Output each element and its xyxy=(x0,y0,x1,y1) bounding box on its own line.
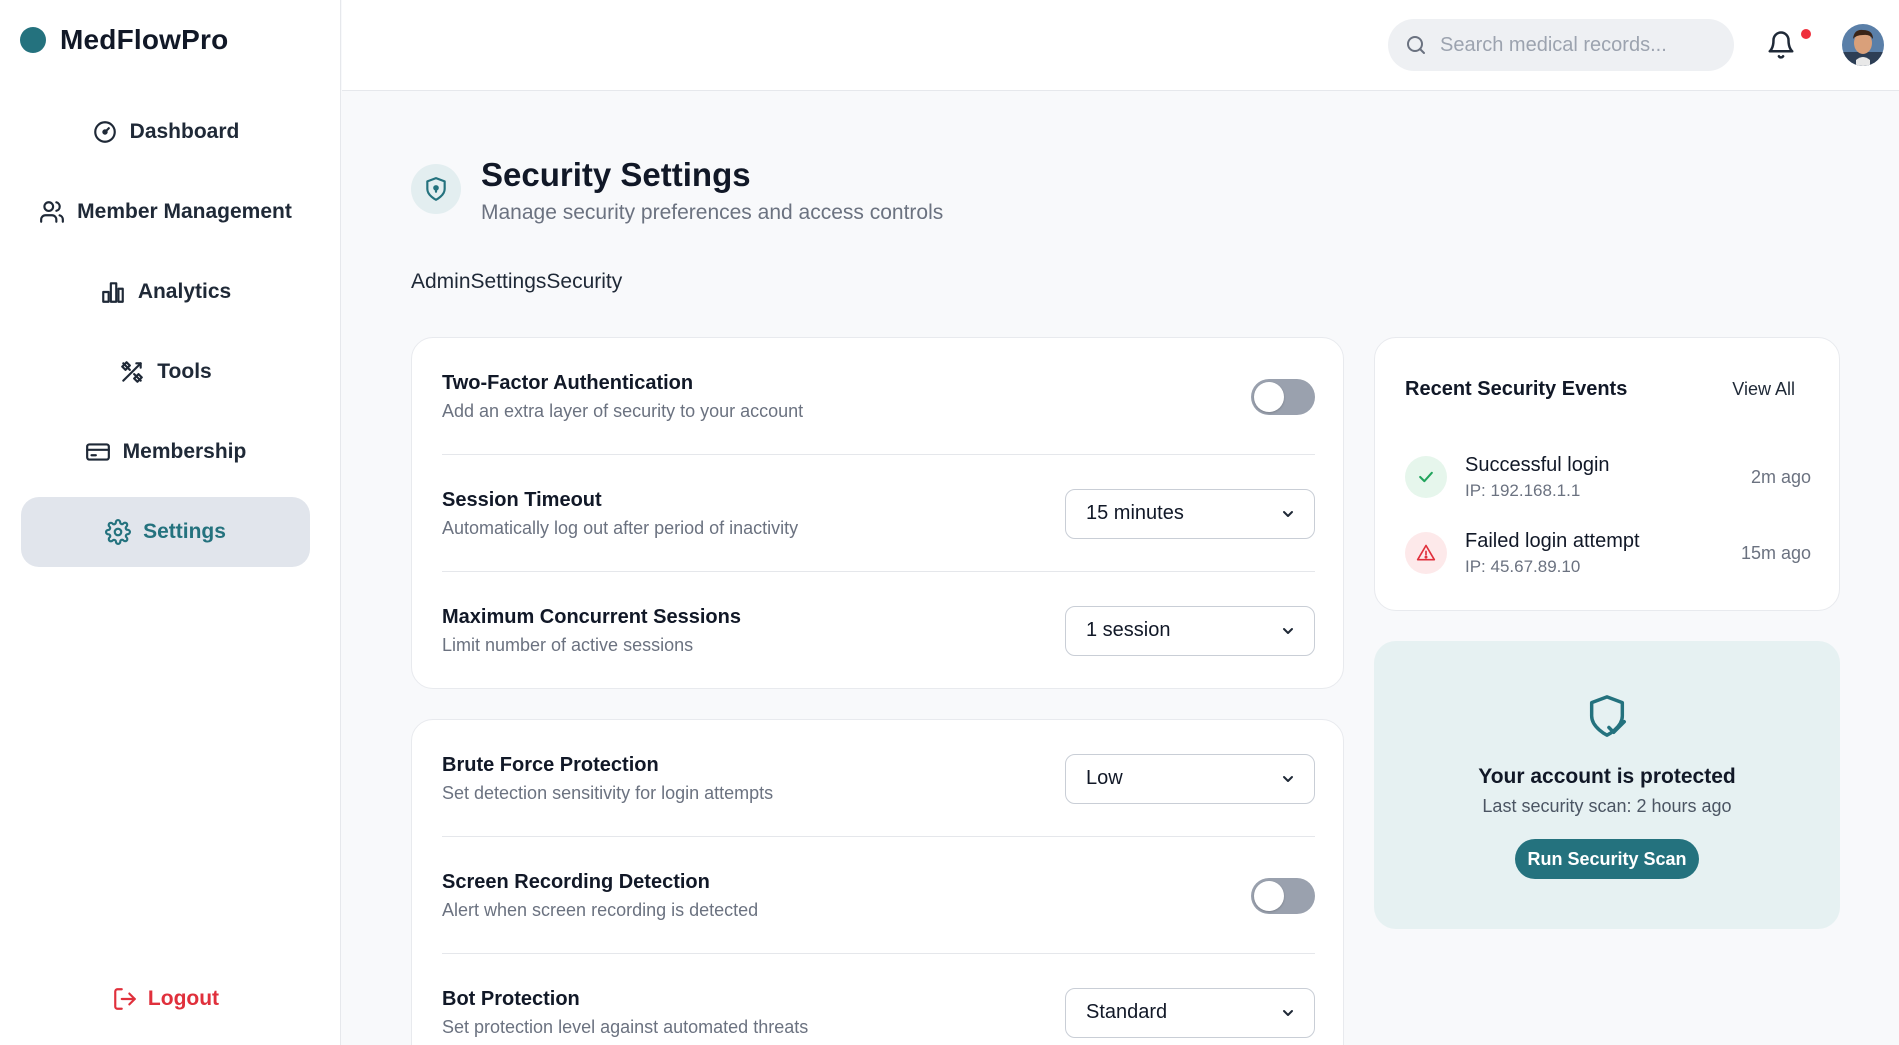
protection-status-card: Your account is protected Last security … xyxy=(1374,641,1840,929)
event-item[interactable]: Successful login IP: 192.168.1.1 2m ago xyxy=(1405,449,1811,505)
bot-protection-select[interactable]: Standard xyxy=(1065,987,1315,1038)
logout-label: Logout xyxy=(147,987,220,1010)
search-bar[interactable] xyxy=(1388,19,1734,71)
warning-icon xyxy=(1416,543,1436,563)
gear-icon xyxy=(105,519,132,545)
tools-icon xyxy=(119,359,145,385)
event-ip: IP: 192.168.1.1 xyxy=(1465,480,1581,500)
check-icon xyxy=(1416,467,1436,487)
setting-title: Maximum Concurrent Sessions xyxy=(442,605,741,628)
setting-description: Alert when screen recording is detected xyxy=(442,899,759,920)
gauge-icon xyxy=(92,119,118,145)
event-ip: IP: 45.67.89.10 xyxy=(1465,556,1581,576)
bar-chart-icon xyxy=(100,279,126,305)
brute-force-select[interactable]: Low xyxy=(1065,753,1315,804)
sidebar: MedFlowPro Dashboard Member Management A… xyxy=(0,0,341,1045)
event-title: Successful login xyxy=(1465,453,1610,476)
sidebar-item-member-management[interactable]: Member Management xyxy=(21,177,310,247)
notification-bell-icon[interactable] xyxy=(1766,30,1796,60)
events-title: Recent Security Events xyxy=(1405,378,1628,400)
user-avatar[interactable] xyxy=(1842,24,1884,66)
setting-description: Add an extra layer of security to your a… xyxy=(442,400,804,421)
session-timeout-select[interactable]: 15 minutes xyxy=(1065,488,1315,539)
screen-recording-toggle[interactable] xyxy=(1251,877,1315,914)
event-time: 2m ago xyxy=(1750,466,1811,487)
session-settings-card: Two-Factor Authentication Add an extra l… xyxy=(411,337,1344,689)
event-title: Failed login attempt xyxy=(1465,529,1640,552)
setting-title: Session Timeout xyxy=(442,488,602,511)
event-time: 15m ago xyxy=(1740,542,1811,563)
event-item[interactable]: Failed login attempt IP: 45.67.89.10 15m… xyxy=(1405,525,1811,581)
search-input[interactable] xyxy=(1440,33,1710,57)
setting-title: Bot Protection xyxy=(442,987,580,1010)
setting-description: Limit number of active sessions xyxy=(442,634,694,655)
select-value: Low xyxy=(1086,767,1123,789)
max-sessions-row: Maximum Concurrent Sessions Limit number… xyxy=(442,572,1315,689)
chevron-down-icon xyxy=(1280,506,1296,522)
setting-description: Set protection level against automated t… xyxy=(442,1016,809,1037)
page-subtitle: Manage security preferences and access c… xyxy=(481,201,944,224)
security-events-card: Recent Security Events View All Successf… xyxy=(1374,337,1840,611)
shield-icon xyxy=(423,176,449,202)
sidebar-item-label: Settings xyxy=(143,520,226,543)
select-value: 15 minutes xyxy=(1086,502,1184,524)
session-timeout-row: Session Timeout Automatically log out af… xyxy=(442,455,1315,572)
notification-badge xyxy=(1801,29,1811,39)
event-status-badge xyxy=(1405,456,1447,498)
brand[interactable]: MedFlowPro xyxy=(20,24,228,56)
sidebar-item-dashboard[interactable]: Dashboard xyxy=(21,97,310,167)
shield-badge xyxy=(411,164,461,214)
event-status-badge xyxy=(1405,532,1447,574)
sidebar-item-label: Analytics xyxy=(137,280,232,303)
select-value: Standard xyxy=(1086,1001,1168,1023)
setting-title: Screen Recording Detection xyxy=(442,870,710,893)
two-factor-row: Two-Factor Authentication Add an extra l… xyxy=(442,338,1315,455)
chevron-down-icon xyxy=(1280,771,1296,787)
toggle-knob xyxy=(1254,880,1284,911)
protection-title: Your account is protected xyxy=(1478,765,1736,788)
sidebar-item-label: Member Management xyxy=(77,200,292,223)
sidebar-nav: Dashboard Member Management Analytics To… xyxy=(21,97,310,577)
brand-logo xyxy=(20,27,46,53)
chevron-down-icon xyxy=(1280,1005,1296,1021)
sidebar-item-label: Membership xyxy=(122,440,247,463)
threat-protection-card: Brute Force Protection Set detection sen… xyxy=(411,719,1344,1045)
sidebar-item-membership[interactable]: Membership xyxy=(21,417,310,487)
setting-description: Set detection sensitivity for login atte… xyxy=(442,782,774,803)
sidebar-item-label: Dashboard xyxy=(129,120,240,143)
sidebar-item-label: Tools xyxy=(157,360,212,383)
sidebar-item-analytics[interactable]: Analytics xyxy=(21,257,310,327)
max-sessions-select[interactable]: 1 session xyxy=(1065,605,1315,656)
view-all-link[interactable]: View All xyxy=(1732,379,1795,400)
protection-subtitle: Last security scan: 2 hours ago xyxy=(1482,796,1732,816)
chevron-down-icon xyxy=(1280,623,1296,639)
toggle-knob xyxy=(1254,381,1284,412)
screen-recording-row: Screen Recording Detection Alert when sc… xyxy=(442,837,1315,954)
setting-title: Brute Force Protection xyxy=(442,753,659,776)
setting-description: Automatically log out after period of in… xyxy=(442,517,799,538)
select-value: 1 session xyxy=(1086,619,1171,641)
breadcrumb[interactable]: AdminSettingsSecurity xyxy=(411,270,622,294)
topbar xyxy=(342,0,1899,91)
sidebar-item-settings[interactable]: Settings xyxy=(21,497,310,567)
page-title: Security Settings xyxy=(481,156,751,193)
bot-protection-row: Bot Protection Set protection level agai… xyxy=(442,954,1315,1045)
card-icon xyxy=(85,439,111,465)
brand-name: MedFlowPro xyxy=(60,24,229,55)
run-security-scan-button[interactable]: Run Security Scan xyxy=(1515,839,1699,879)
logout-icon xyxy=(112,986,138,1012)
brute-force-row: Brute Force Protection Set detection sen… xyxy=(442,720,1315,837)
shield-check-icon xyxy=(1584,693,1630,739)
setting-title: Two-Factor Authentication xyxy=(442,371,694,394)
search-icon xyxy=(1404,33,1428,57)
two-factor-toggle[interactable] xyxy=(1251,378,1315,415)
users-icon xyxy=(39,199,65,225)
logout-button[interactable]: Logout xyxy=(0,986,331,1012)
sidebar-item-tools[interactable]: Tools xyxy=(21,337,310,407)
